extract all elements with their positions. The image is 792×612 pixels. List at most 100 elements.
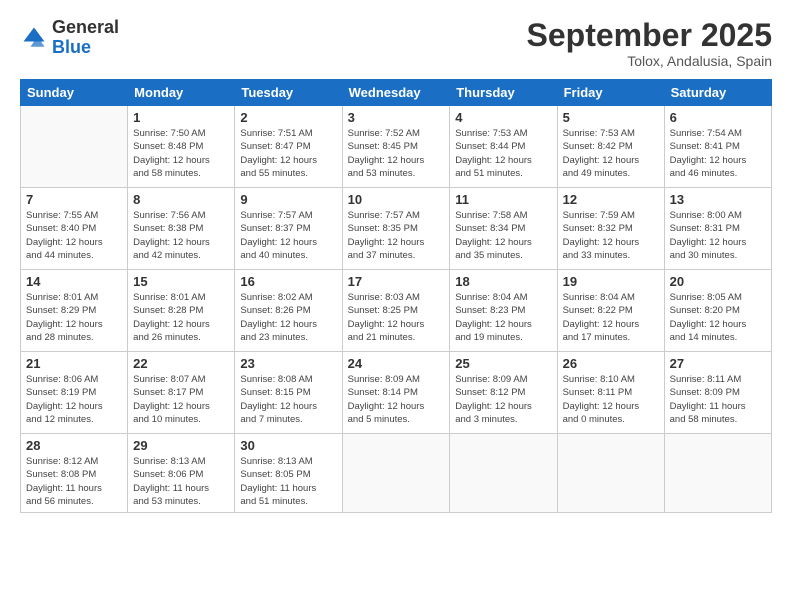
day-number: 29 <box>133 438 229 453</box>
day-number: 15 <box>133 274 229 289</box>
weekday-header-friday: Friday <box>557 80 664 106</box>
day-info: Sunrise: 8:00 AM Sunset: 8:31 PM Dayligh… <box>670 209 766 262</box>
calendar-cell: 22Sunrise: 8:07 AM Sunset: 8:17 PM Dayli… <box>128 352 235 434</box>
calendar-cell: 18 Sunrise: 8:04 AM Sunset: 8:23 PM Dayli… <box>450 270 557 352</box>
header: General Blue September 2025 Tolox, Andal… <box>20 18 772 69</box>
logo-icon <box>20 24 48 52</box>
calendar-cell: 15 Sunrise: 8:01 AM Sunset: 8:28 PM Dayli… <box>128 270 235 352</box>
calendar-cell: 5 Sunrise: 7:53 AM Sunset: 8:42 PM Daylig… <box>557 106 664 188</box>
calendar-cell: 19 Sunrise: 8:04 AM Sunset: 8:22 PM Dayli… <box>557 270 664 352</box>
day-number: 28 <box>26 438 122 453</box>
calendar-cell: 30 Sunrise: 8:13 AM Sunset: 8:05 PM Dayli… <box>235 434 342 513</box>
day-info: Sunrise: 8:03 AM Sunset: 8:25 PM Dayligh… <box>348 291 445 344</box>
day-number: 3 <box>348 110 445 125</box>
day-number: 8 <box>133 192 229 207</box>
calendar-cell: 26 Sunrise: 8:10 AM Sunset: 8:11 PM Dayli… <box>557 352 664 434</box>
day-number: 20 <box>670 274 766 289</box>
calendar-body: 1Sunrise: 7:50 AM Sunset: 8:48 PM Daylig… <box>21 106 772 513</box>
day-number: 14 <box>26 274 122 289</box>
day-number: 27 <box>670 356 766 371</box>
calendar-cell: 2 Sunrise: 7:51 AM Sunset: 8:47 PM Daylig… <box>235 106 342 188</box>
calendar-cell: 24 Sunrise: 8:09 AM Sunset: 8:14 PM Dayli… <box>342 352 450 434</box>
weekday-header-monday: Monday <box>128 80 235 106</box>
calendar-cell <box>557 434 664 513</box>
day-info: Sunrise: 8:13 AM Sunset: 8:05 PM Dayligh… <box>240 455 336 508</box>
day-number: 26 <box>563 356 659 371</box>
calendar-cell: 1Sunrise: 7:50 AM Sunset: 8:48 PM Daylig… <box>128 106 235 188</box>
week-row-4: 21 Sunrise: 8:06 AM Sunset: 8:19 PM Dayli… <box>21 352 772 434</box>
day-number: 2 <box>240 110 336 125</box>
day-info: Sunrise: 7:53 AM Sunset: 8:44 PM Dayligh… <box>455 127 551 180</box>
day-info: Sunrise: 8:09 AM Sunset: 8:14 PM Dayligh… <box>348 373 445 426</box>
day-number: 10 <box>348 192 445 207</box>
day-number: 19 <box>563 274 659 289</box>
day-info: Sunrise: 8:01 AM Sunset: 8:29 PM Dayligh… <box>26 291 122 344</box>
calendar-cell: 20Sunrise: 8:05 AM Sunset: 8:20 PM Dayli… <box>664 270 771 352</box>
day-info: Sunrise: 8:08 AM Sunset: 8:15 PM Dayligh… <box>240 373 336 426</box>
day-info: Sunrise: 7:55 AM Sunset: 8:40 PM Dayligh… <box>26 209 122 262</box>
day-info: Sunrise: 8:13 AM Sunset: 8:06 PM Dayligh… <box>133 455 229 508</box>
day-number: 25 <box>455 356 551 371</box>
calendar-cell: 6 Sunrise: 7:54 AM Sunset: 8:41 PM Daylig… <box>664 106 771 188</box>
calendar-header-row: SundayMondayTuesdayWednesdayThursdayFrid… <box>21 80 772 106</box>
day-number: 7 <box>26 192 122 207</box>
day-number: 30 <box>240 438 336 453</box>
weekday-header-tuesday: Tuesday <box>235 80 342 106</box>
calendar-cell: 11Sunrise: 7:58 AM Sunset: 8:34 PM Dayli… <box>450 188 557 270</box>
month-title: September 2025 <box>527 18 772 53</box>
page: General Blue September 2025 Tolox, Andal… <box>0 0 792 612</box>
day-info: Sunrise: 7:53 AM Sunset: 8:42 PM Dayligh… <box>563 127 659 180</box>
day-info: Sunrise: 8:04 AM Sunset: 8:22 PM Dayligh… <box>563 291 659 344</box>
day-number: 6 <box>670 110 766 125</box>
day-number: 13 <box>670 192 766 207</box>
calendar-cell: 10 Sunrise: 7:57 AM Sunset: 8:35 PM Dayli… <box>342 188 450 270</box>
calendar-cell <box>664 434 771 513</box>
day-info: Sunrise: 7:58 AM Sunset: 8:34 PM Dayligh… <box>455 209 551 262</box>
calendar-cell: 4Sunrise: 7:53 AM Sunset: 8:44 PM Daylig… <box>450 106 557 188</box>
day-number: 18 <box>455 274 551 289</box>
weekday-header-thursday: Thursday <box>450 80 557 106</box>
day-info: Sunrise: 8:06 AM Sunset: 8:19 PM Dayligh… <box>26 373 122 426</box>
day-number: 22 <box>133 356 229 371</box>
logo: General Blue <box>20 18 119 58</box>
day-info: Sunrise: 8:01 AM Sunset: 8:28 PM Dayligh… <box>133 291 229 344</box>
week-row-2: 7 Sunrise: 7:55 AM Sunset: 8:40 PM Daylig… <box>21 188 772 270</box>
calendar-cell: 29 Sunrise: 8:13 AM Sunset: 8:06 PM Dayli… <box>128 434 235 513</box>
day-info: Sunrise: 7:51 AM Sunset: 8:47 PM Dayligh… <box>240 127 336 180</box>
calendar-cell: 27Sunrise: 8:11 AM Sunset: 8:09 PM Dayli… <box>664 352 771 434</box>
location-subtitle: Tolox, Andalusia, Spain <box>527 53 772 69</box>
day-info: Sunrise: 7:50 AM Sunset: 8:48 PM Dayligh… <box>133 127 229 180</box>
day-number: 12 <box>563 192 659 207</box>
weekday-header-sunday: Sunday <box>21 80 128 106</box>
calendar-cell <box>21 106 128 188</box>
day-info: Sunrise: 7:59 AM Sunset: 8:32 PM Dayligh… <box>563 209 659 262</box>
day-number: 9 <box>240 192 336 207</box>
day-number: 16 <box>240 274 336 289</box>
calendar-cell: 14 Sunrise: 8:01 AM Sunset: 8:29 PM Dayli… <box>21 270 128 352</box>
day-number: 23 <box>240 356 336 371</box>
day-info: Sunrise: 8:10 AM Sunset: 8:11 PM Dayligh… <box>563 373 659 426</box>
calendar-cell: 28 Sunrise: 8:12 AM Sunset: 8:08 PM Dayli… <box>21 434 128 513</box>
calendar-cell: 17 Sunrise: 8:03 AM Sunset: 8:25 PM Dayli… <box>342 270 450 352</box>
day-info: Sunrise: 7:57 AM Sunset: 8:37 PM Dayligh… <box>240 209 336 262</box>
logo-general: General <box>52 17 119 37</box>
calendar-cell: 8Sunrise: 7:56 AM Sunset: 8:38 PM Daylig… <box>128 188 235 270</box>
day-number: 5 <box>563 110 659 125</box>
day-number: 17 <box>348 274 445 289</box>
calendar-cell: 25 Sunrise: 8:09 AM Sunset: 8:12 PM Dayli… <box>450 352 557 434</box>
weekday-header-saturday: Saturday <box>664 80 771 106</box>
day-info: Sunrise: 8:09 AM Sunset: 8:12 PM Dayligh… <box>455 373 551 426</box>
day-info: Sunrise: 7:54 AM Sunset: 8:41 PM Dayligh… <box>670 127 766 180</box>
calendar-cell: 21 Sunrise: 8:06 AM Sunset: 8:19 PM Dayli… <box>21 352 128 434</box>
week-row-1: 1Sunrise: 7:50 AM Sunset: 8:48 PM Daylig… <box>21 106 772 188</box>
day-number: 24 <box>348 356 445 371</box>
calendar-cell: 12 Sunrise: 7:59 AM Sunset: 8:32 PM Dayli… <box>557 188 664 270</box>
day-info: Sunrise: 7:57 AM Sunset: 8:35 PM Dayligh… <box>348 209 445 262</box>
day-info: Sunrise: 8:12 AM Sunset: 8:08 PM Dayligh… <box>26 455 122 508</box>
day-number: 21 <box>26 356 122 371</box>
calendar-cell <box>342 434 450 513</box>
weekday-header-wednesday: Wednesday <box>342 80 450 106</box>
day-info: Sunrise: 8:04 AM Sunset: 8:23 PM Dayligh… <box>455 291 551 344</box>
calendar-cell: 16Sunrise: 8:02 AM Sunset: 8:26 PM Dayli… <box>235 270 342 352</box>
day-info: Sunrise: 7:52 AM Sunset: 8:45 PM Dayligh… <box>348 127 445 180</box>
